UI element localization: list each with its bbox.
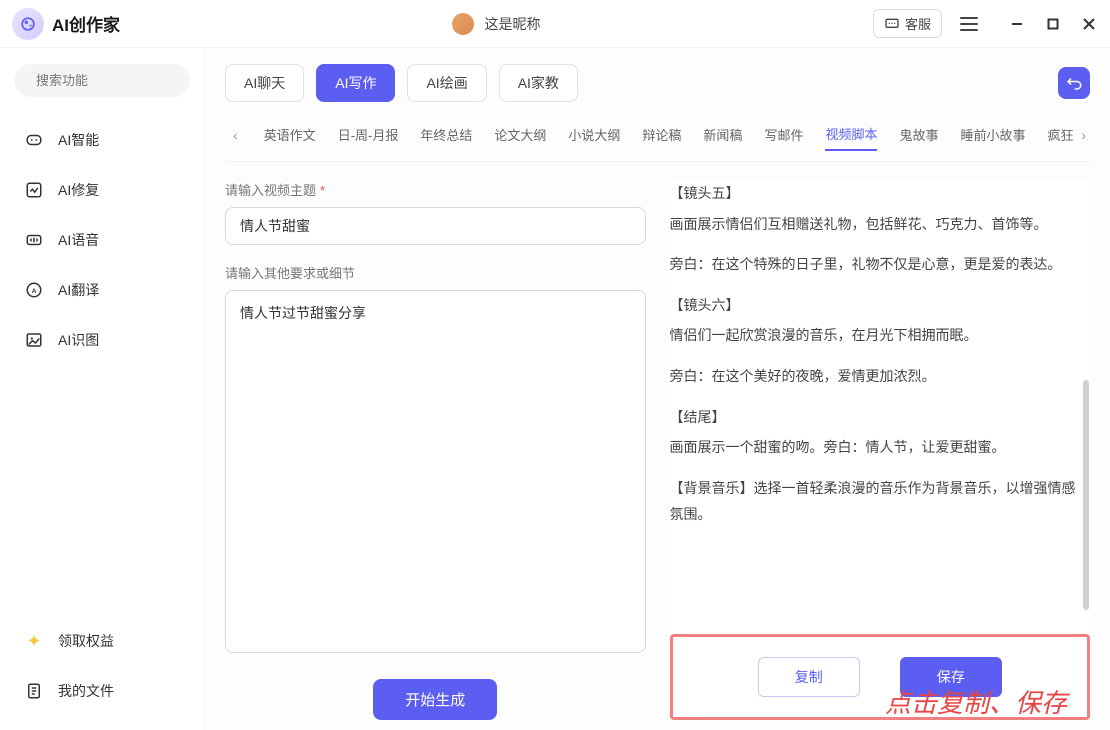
annotation-text: 点击复制、保存 — [885, 683, 1067, 720]
sidebar-item-ai-translate[interactable]: A AI翻译 — [14, 267, 190, 313]
sidebar-item-label: AI翻译 — [58, 280, 99, 300]
subtab-item[interactable]: 英语作文 — [264, 119, 316, 150]
detail-label: 请输入其他要求或细节 — [225, 263, 646, 282]
maximize-button[interactable] — [1044, 15, 1062, 33]
generate-button[interactable]: 开始生成 — [373, 679, 497, 720]
search-input[interactable] — [36, 73, 212, 88]
subtab-item[interactable]: 小说大纲 — [568, 119, 620, 150]
sidebar-item-label: 领取权益 — [58, 631, 114, 651]
detail-textarea[interactable] — [225, 290, 646, 653]
chat-icon — [884, 16, 900, 32]
repair-icon — [24, 180, 44, 200]
sidebar-item-ai-repair[interactable]: AI修复 — [14, 167, 190, 213]
sidebar-item-ai-voice[interactable]: AI语音 — [14, 217, 190, 263]
output-text: 【镜头五】画面展示情侣们互相赠送礼物，包括鲜花、巧克力、首饰等。旁白：在这个特殊… — [670, 180, 1091, 626]
mode-tab-draw[interactable]: AI绘画 — [407, 64, 486, 102]
app-logo-icon — [12, 8, 44, 40]
subtab-item[interactable]: 论文大纲 — [494, 119, 546, 150]
file-icon — [24, 681, 44, 701]
titlebar-right: 客服 — [873, 9, 1098, 38]
output-pane: 【镜头五】画面展示情侣们互相赠送礼物，包括鲜花、巧克力、首饰等。旁白：在这个特殊… — [670, 180, 1091, 720]
mode-tab-chat[interactable]: AI聊天 — [225, 64, 304, 102]
subtab-next[interactable]: › — [1073, 127, 1090, 143]
window-controls — [1008, 15, 1098, 33]
user-nickname: 这是昵称 — [484, 14, 540, 34]
svg-text:A: A — [32, 288, 37, 295]
customer-service-label: 客服 — [905, 14, 931, 33]
subtab-item[interactable]: 写邮件 — [764, 119, 803, 150]
subtab-item-active[interactable]: 视频脚本 — [825, 118, 877, 151]
subtab-item[interactable]: 疯狂 — [1048, 119, 1074, 150]
translate-icon: A — [24, 280, 44, 300]
mode-tab-tutor[interactable]: AI家教 — [499, 64, 578, 102]
sidebar-bottom: ✦ 领取权益 我的文件 — [14, 618, 190, 714]
lightning-icon: ✦ — [24, 631, 44, 651]
voice-icon — [24, 230, 44, 250]
nav-list: AI智能 AI修复 AI语音 A AI翻译 AI识图 — [14, 117, 190, 363]
output-scrollbar[interactable] — [1083, 380, 1089, 610]
subtab-item[interactable]: 辩论稿 — [642, 119, 681, 150]
sidebar-item-label: AI修复 — [58, 180, 99, 200]
app-brand: AI创作家 — [12, 8, 120, 40]
app-title: AI创作家 — [52, 11, 120, 36]
subtab-item[interactable]: 睡前小故事 — [960, 119, 1025, 150]
sidebar-item-label: AI识图 — [58, 330, 99, 350]
sidebar: AI智能 AI修复 AI语音 A AI翻译 AI识图 ✦ 领取权益 — [0, 48, 205, 730]
subtab-item[interactable]: 鬼故事 — [899, 119, 938, 150]
mode-tabs: AI聊天 AI写作 AI绘画 AI家教 — [205, 48, 1110, 110]
main-area: AI聊天 AI写作 AI绘画 AI家教 ‹ 英语作文 日-周-月报 年终总结 论… — [205, 48, 1110, 730]
subtab-item[interactable]: 新闻稿 — [703, 119, 742, 150]
sidebar-item-ai-smart[interactable]: AI智能 — [14, 117, 190, 163]
back-button[interactable] — [1058, 67, 1090, 99]
sidebar-item-rights[interactable]: ✦ 领取权益 — [14, 618, 190, 664]
sidebar-item-files[interactable]: 我的文件 — [14, 668, 190, 714]
minimize-button[interactable] — [1008, 15, 1026, 33]
menu-button[interactable] — [956, 13, 982, 35]
topic-label: 请输入视频主题* — [225, 180, 646, 199]
sidebar-item-label: AI智能 — [58, 130, 99, 150]
rect-dots-icon — [24, 130, 44, 150]
close-button[interactable] — [1080, 15, 1098, 33]
subtabs: ‹ 英语作文 日-周-月报 年终总结 论文大纲 小说大纲 辩论稿 新闻稿 写邮件… — [225, 110, 1090, 162]
user-avatar[interactable] — [452, 13, 474, 35]
sidebar-item-ai-image[interactable]: AI识图 — [14, 317, 190, 363]
mode-tab-write[interactable]: AI写作 — [316, 64, 395, 102]
subtab-item[interactable]: 日-周-月报 — [338, 119, 399, 150]
customer-service-button[interactable]: 客服 — [873, 9, 942, 38]
sidebar-item-label: AI语音 — [58, 230, 99, 250]
sidebar-item-label: 我的文件 — [58, 681, 114, 701]
search-box[interactable] — [14, 64, 190, 97]
subtab-prev[interactable]: ‹ — [229, 127, 242, 143]
topic-input[interactable] — [225, 207, 646, 245]
return-icon — [1065, 74, 1083, 92]
input-pane: 请输入视频主题* 请输入其他要求或细节 开始生成 — [225, 180, 646, 720]
titlebar: AI创作家 这是昵称 客服 — [0, 0, 1110, 48]
titlebar-center: 这是昵称 — [120, 13, 873, 35]
copy-button[interactable]: 复制 — [758, 657, 860, 697]
content-area: 请输入视频主题* 请输入其他要求或细节 开始生成 【镜头五】画面展示情侣们互相赠… — [205, 162, 1110, 730]
subtab-item[interactable]: 年终总结 — [420, 119, 472, 150]
image-icon — [24, 330, 44, 350]
